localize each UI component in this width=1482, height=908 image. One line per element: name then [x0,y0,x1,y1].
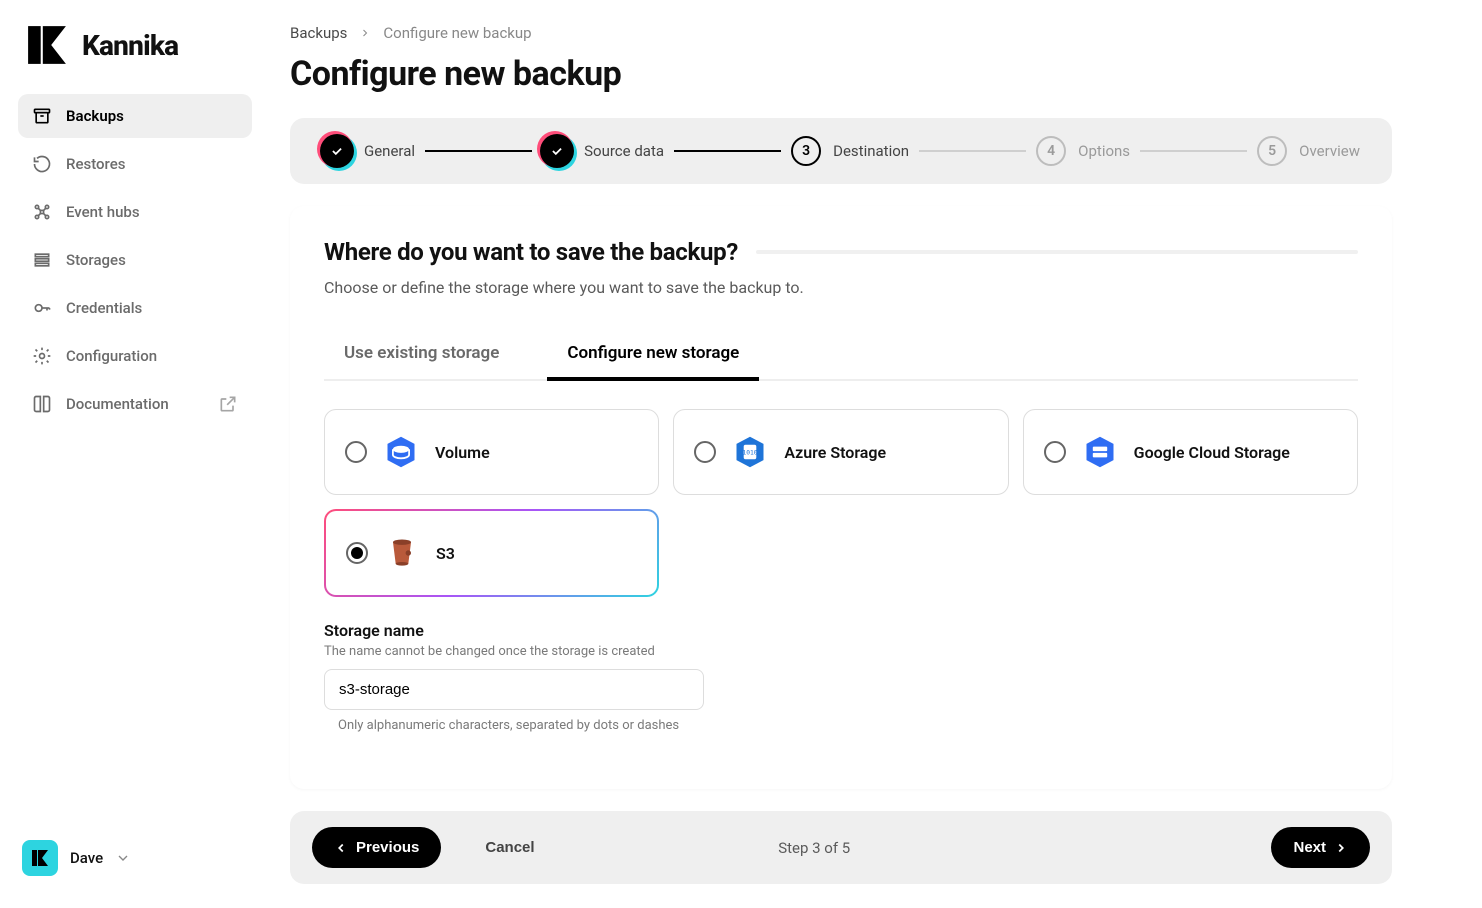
field-label: Storage name [324,621,704,640]
tab-existing-storage[interactable]: Use existing storage [324,335,519,381]
step-label: Options [1078,142,1130,160]
external-link-icon [218,394,238,414]
radio-icon [694,441,716,463]
radio-icon [346,542,368,564]
previous-button[interactable]: Previous [312,827,441,868]
user-name: Dave [70,849,103,867]
radio-icon [1044,441,1066,463]
sidebar-item-restores[interactable]: Restores [18,142,252,186]
cancel-button[interactable]: Cancel [463,827,556,868]
check-icon [542,136,572,166]
storage-option-s3[interactable]: S3 [324,509,659,597]
gear-icon [32,346,52,366]
chevron-left-icon [334,841,348,855]
archive-icon [32,106,52,126]
sidebar-item-configuration[interactable]: Configuration [18,334,252,378]
book-icon [32,394,52,414]
chevron-right-icon [359,27,371,39]
chevron-right-icon [1334,841,1348,855]
panel-title: Where do you want to save the backup? [324,238,738,266]
button-label: Previous [356,839,419,856]
breadcrumb: Backups Configure new backup [290,24,1392,42]
radio-icon [345,441,367,463]
storage-type-grid: Volume 1010 Azure Storage Google Cloud S… [324,409,1358,495]
volume-icon [383,434,419,470]
avatar [22,840,58,876]
sidebar-nav: Backups Restores Event hubs Storages Cre… [18,94,252,426]
field-help: The name cannot be changed once the stor… [324,644,704,659]
storage-option-volume[interactable]: Volume [324,409,659,495]
brand-name: Kannika [82,29,178,62]
brand-mark-small-icon [30,848,50,868]
azure-icon: 1010 [732,434,768,470]
step-connector [674,150,781,152]
step-number: 3 [791,136,821,166]
sidebar-item-backups[interactable]: Backups [18,94,252,138]
nav-label: Event hubs [66,203,140,221]
step-general[interactable]: General [322,136,415,166]
brand-logo[interactable]: Kannika [18,24,252,66]
storage-label: Volume [435,443,490,462]
stack-icon [32,250,52,270]
main-content: Backups Configure new backup Configure n… [270,0,1482,908]
nav-label: Documentation [66,395,169,413]
step-indicator: Step 3 of 5 [778,839,850,857]
step-connector [1140,150,1247,152]
step-options[interactable]: 4 Options [1036,136,1130,166]
breadcrumb-current: Configure new backup [383,24,531,42]
page-title: Configure new backup [290,54,1392,94]
storage-name-input[interactable] [324,669,704,710]
s3-icon [384,535,420,571]
step-overview[interactable]: 5 Overview [1257,136,1360,166]
nav-label: Storages [66,251,126,269]
storage-name-field: Storage name The name cannot be changed … [324,621,704,733]
nav-label: Configuration [66,347,157,365]
step-label: Overview [1299,142,1360,160]
button-label: Cancel [485,839,534,856]
sidebar-item-documentation[interactable]: Documentation [18,382,252,426]
nav-label: Restores [66,155,125,173]
destination-panel: Where do you want to save the backup? Ch… [290,206,1392,789]
storage-tabs: Use existing storage Configure new stora… [324,333,1358,381]
nodes-icon [32,202,52,222]
sidebar-item-credentials[interactable]: Credentials [18,286,252,330]
field-constraint: Only alphanumeric characters, separated … [338,718,704,733]
nav-label: Backups [66,107,124,125]
step-number: 4 [1036,136,1066,166]
sidebar-item-event-hubs[interactable]: Event hubs [18,190,252,234]
storage-option-gcs[interactable]: Google Cloud Storage [1023,409,1358,495]
sidebar-item-storages[interactable]: Storages [18,238,252,282]
step-number: 5 [1257,136,1287,166]
svg-text:1010: 1010 [743,450,758,457]
breadcrumb-root[interactable]: Backups [290,24,347,42]
chevron-down-icon [115,850,131,866]
button-label: Next [1293,839,1326,856]
nav-label: Credentials [66,299,142,317]
tab-configure-new-storage[interactable]: Configure new storage [547,335,759,381]
restore-icon [32,154,52,174]
step-label: Source data [584,142,664,160]
storage-label: Google Cloud Storage [1134,443,1290,462]
step-label: General [364,142,415,160]
wizard-footer: Previous Cancel Step 3 of 5 Next [290,811,1392,884]
storage-label: Azure Storage [784,443,886,462]
step-source-data[interactable]: Source data [542,136,664,166]
storage-option-azure[interactable]: 1010 Azure Storage [673,409,1008,495]
progress-stepper: General Source data 3 Destination 4 Opti… [290,118,1392,184]
sidebar: Kannika Backups Restores Event hubs Stor… [0,0,270,908]
gcs-icon [1082,434,1118,470]
step-label: Destination [833,142,909,160]
brand-mark-icon [26,24,68,66]
step-connector [919,150,1026,152]
check-icon [322,136,352,166]
next-button[interactable]: Next [1271,827,1370,868]
step-connector [425,150,532,152]
title-divider [756,250,1358,254]
step-destination[interactable]: 3 Destination [791,136,909,166]
key-icon [32,298,52,318]
panel-subtitle: Choose or define the storage where you w… [324,278,1358,297]
user-menu[interactable]: Dave [18,832,252,884]
storage-label: S3 [436,544,455,563]
